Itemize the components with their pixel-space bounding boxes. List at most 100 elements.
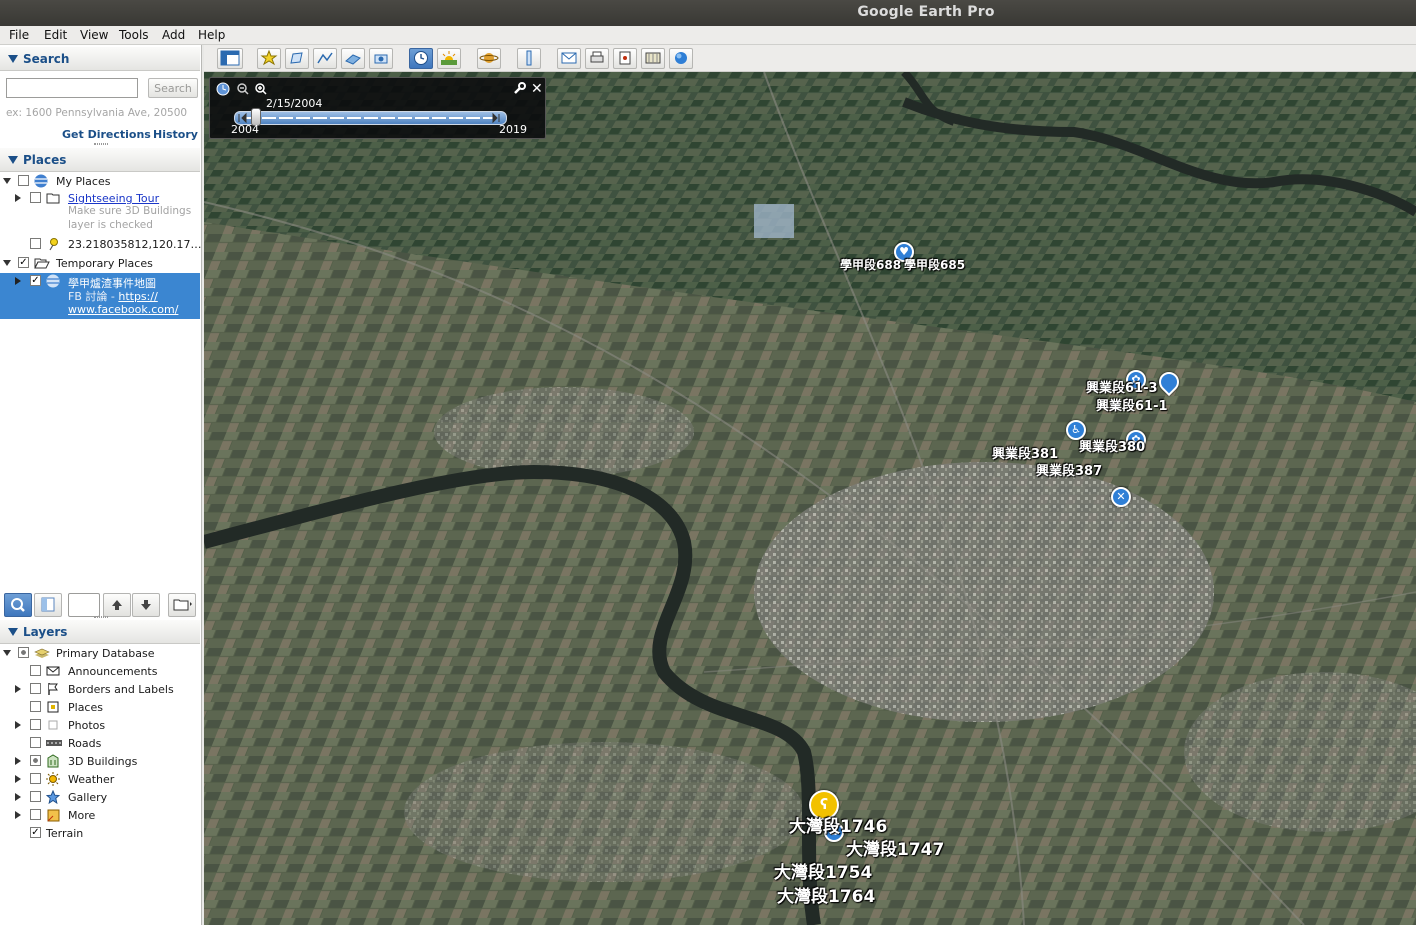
map-view[interactable]: ✕ 2/15/2004 2004 2019 ♥ 學甲段688 學甲段685 ✿ … [204,72,1416,925]
add-image-overlay-button[interactable] [341,48,365,69]
ruler-button[interactable] [517,48,541,69]
search-panel-header[interactable]: Search [0,47,200,71]
placemark-label[interactable]: 學甲段685 [904,256,965,273]
checkbox[interactable] [30,737,41,748]
sun-icon [46,772,60,786]
layer-photos[interactable]: Photos [0,717,200,734]
move-down-button[interactable] [132,593,160,617]
checkbox-checked[interactable]: ✓ [18,257,29,268]
layer-terrain[interactable]: ✓ Terrain [0,825,200,842]
layer-borders-labels[interactable]: Borders and Labels [0,681,200,698]
tree-item-my-places[interactable]: My Places [0,173,200,190]
checkbox[interactable] [30,683,41,694]
time-slider-end: 2019 [499,123,527,136]
hide-sidebar-button[interactable] [217,48,243,69]
historical-imagery-button[interactable] [409,48,433,69]
move-up-button[interactable] [103,593,131,617]
checkbox[interactable] [30,773,41,784]
expand-arrow-icon[interactable] [15,811,21,819]
menu-edit[interactable]: Edit [44,28,67,42]
menu-tools[interactable]: Tools [119,28,149,42]
wrench-icon[interactable] [512,82,526,99]
sunlight-button[interactable] [437,48,461,69]
layer-roads[interactable]: Roads [0,735,200,752]
resize-grip[interactable] [94,616,108,618]
placemark-label[interactable]: 大灣段1746 [789,812,887,837]
checkbox-partial[interactable] [18,647,29,658]
layer-3d-buildings[interactable]: 3D Buildings [0,753,200,770]
layer-places[interactable]: Places [0,699,200,716]
menu-view[interactable]: View [80,28,108,42]
checkbox[interactable] [18,175,29,186]
layer-weather[interactable]: Weather [0,771,200,788]
placemark-label[interactable]: 學甲段688 [840,256,901,273]
placemark-label[interactable]: 大灣段1754 [774,858,872,883]
email-button[interactable] [557,48,581,69]
show-panel-button[interactable] [34,593,62,617]
placemark-label[interactable]: 大灣段1747 [846,835,944,860]
search-button[interactable]: Search [148,78,198,98]
placemark-pin[interactable]: ✕ [1111,487,1131,507]
layers-panel-header[interactable]: Layers [0,620,200,644]
expand-arrow-icon[interactable] [15,775,21,783]
checkbox[interactable] [30,809,41,820]
sightseeing-tour-link[interactable]: Sightseeing Tour [68,192,159,205]
checkbox[interactable] [30,238,41,249]
placemark-label[interactable]: 大灣段1764 [777,882,875,907]
checkbox[interactable] [30,665,41,676]
search-input[interactable] [6,78,138,98]
earth-gallery-button[interactable] [669,48,693,69]
add-placemark-button[interactable] [257,48,281,69]
tree-item-temporary-places[interactable]: ✓ Temporary Places [0,255,200,272]
expand-arrow-icon[interactable] [3,650,11,656]
close-icon[interactable]: ✕ [531,81,543,97]
switch-planet-button[interactable] [477,48,501,69]
time-slider-track[interactable] [234,111,507,125]
places-filter-input[interactable] [68,593,100,617]
menu-file[interactable]: File [9,28,29,42]
places-panel-header[interactable]: Places [0,148,200,172]
search-places-button[interactable] [4,593,32,617]
view-in-maps-button[interactable] [641,48,665,69]
arrow-up-icon [112,600,122,610]
layer-primary-database[interactable]: Primary Database [0,645,200,662]
expand-arrow-icon[interactable] [15,194,21,202]
layer-gallery[interactable]: Gallery [0,789,200,806]
globe-icon [46,274,60,288]
placemark-label[interactable]: 興業段387 [1036,460,1102,479]
expand-arrow-icon[interactable] [3,260,11,266]
zoom-out-icon[interactable] [236,82,250,99]
add-path-button[interactable] [313,48,337,69]
expand-arrow-icon[interactable] [15,277,21,285]
record-tour-button[interactable] [369,48,393,69]
placemark-label[interactable]: 興業段61-3 [1086,377,1158,396]
add-folder-button[interactable] [168,593,196,617]
placemark-label[interactable]: 興業段61-1 [1096,395,1168,414]
checkbox-partial[interactable] [30,755,41,766]
checkbox[interactable] [30,791,41,802]
placemark-label[interactable]: 興業段380 [1079,436,1145,455]
expand-arrow-icon[interactable] [15,685,21,693]
get-directions-link[interactable]: Get Directions [62,128,151,141]
history-link[interactable]: History [153,128,198,141]
print-button[interactable] [585,48,609,69]
checkbox[interactable] [30,701,41,712]
checkbox-checked[interactable]: ✓ [30,275,41,286]
expand-arrow-icon[interactable] [3,178,11,184]
save-image-button[interactable] [613,48,637,69]
facebook-link[interactable]: https:// [118,290,157,303]
facebook-link[interactable]: www.facebook.com/ [68,303,178,320]
checkbox[interactable] [30,719,41,730]
menu-help[interactable]: Help [198,28,225,42]
expand-arrow-icon[interactable] [15,721,21,729]
tree-item-coordinate[interactable]: 23.218035812,120.17… [0,236,201,253]
menu-add[interactable]: Add [162,28,185,42]
expand-arrow-icon[interactable] [15,757,21,765]
checkbox[interactable] [30,192,41,203]
resize-grip[interactable] [94,143,108,145]
add-polygon-button[interactable] [285,48,309,69]
layer-more[interactable]: More [0,807,200,824]
expand-arrow-icon[interactable] [15,793,21,801]
checkbox-checked[interactable]: ✓ [30,827,41,838]
layer-announcements[interactable]: Announcements [0,663,200,680]
